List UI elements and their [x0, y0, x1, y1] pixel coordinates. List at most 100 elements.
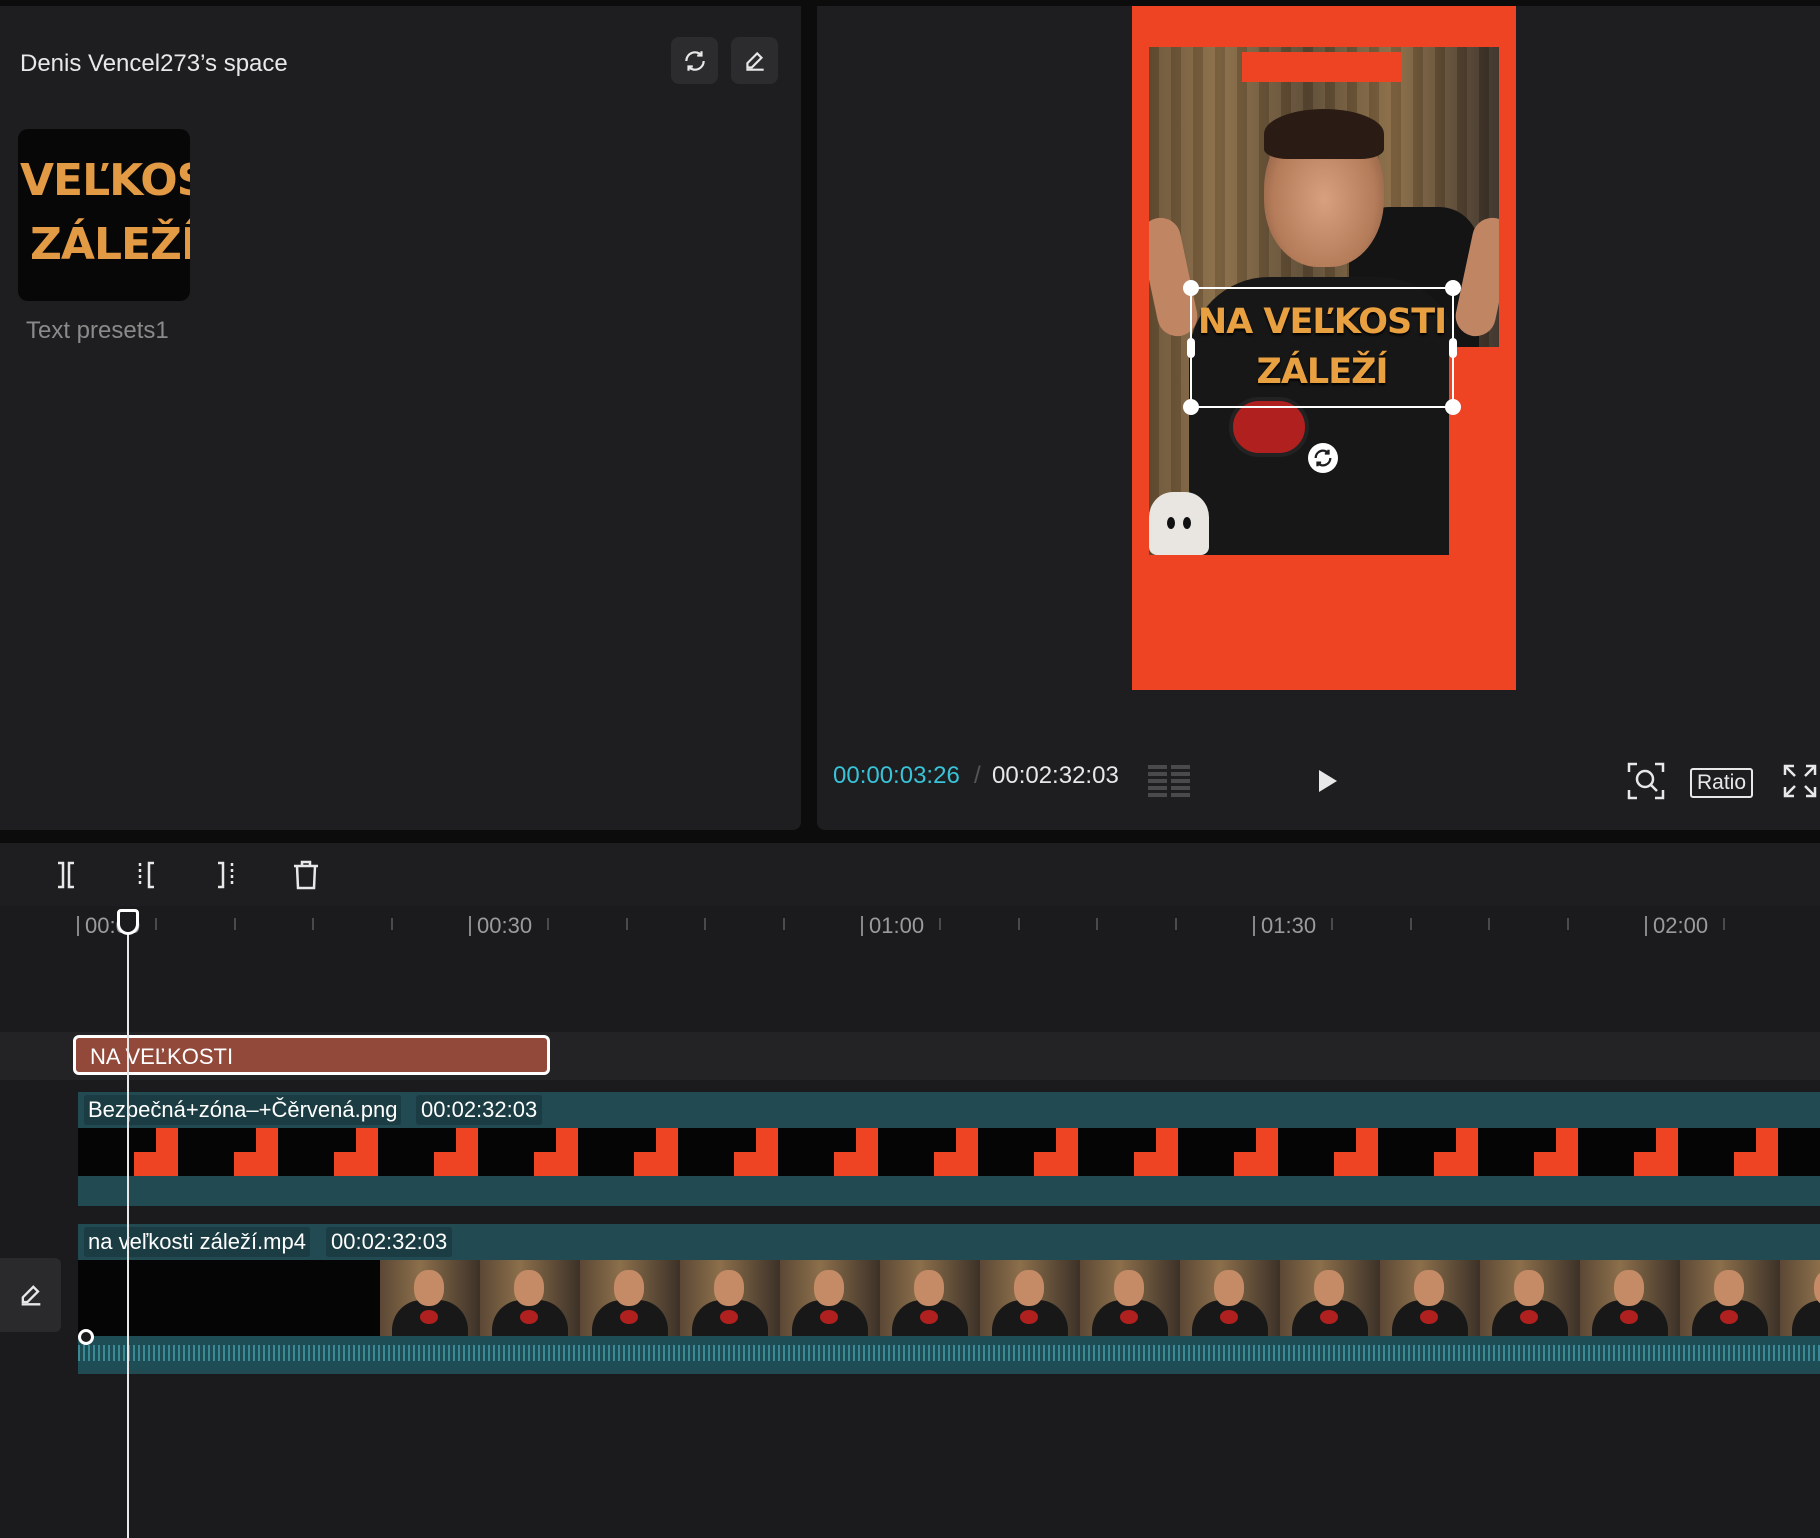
- ruler-tick: [547, 918, 550, 930]
- total-time: 00:02:32:03: [992, 762, 1119, 789]
- ruler-tick: [1017, 918, 1020, 930]
- audio-waveform: [78, 1336, 1820, 1370]
- image-thumbnail: [778, 1128, 878, 1176]
- video-thumbnail: [1580, 1260, 1680, 1336]
- ruler-tick: [155, 918, 158, 930]
- delete-icon[interactable]: [288, 857, 324, 893]
- video-thumbnail: [1180, 1260, 1280, 1336]
- resize-handle-top-left[interactable]: [1183, 280, 1199, 296]
- video-thumbnail: [980, 1260, 1080, 1336]
- ruler-tick: [1331, 918, 1334, 930]
- video-editor-app: Denis Vencel273’s space VEĽKOS ZÁLEŽÍ Te…: [0, 0, 1820, 1538]
- resize-handle-left[interactable]: [1187, 338, 1195, 358]
- space-title: Denis Vencel273’s space: [20, 50, 288, 77]
- edit-button[interactable]: [731, 37, 778, 84]
- resize-handle-top-right[interactable]: [1445, 280, 1461, 296]
- video-thumbnail: [1680, 1260, 1780, 1336]
- image-thumbnail: [478, 1128, 578, 1176]
- timeline-panel[interactable]: 00:00 00:30 01:00 01:30 02:00 NA VEĽKOST…: [0, 906, 1820, 1538]
- image-thumbnail: [578, 1128, 678, 1176]
- video-clip[interactable]: na veľkosti záleží.mp4 00:02:32:03: [78, 1224, 1820, 1374]
- image-thumbnail: [1078, 1128, 1178, 1176]
- refresh-button[interactable]: [671, 37, 718, 84]
- ruler-tick: [1096, 918, 1099, 930]
- trim-right-icon[interactable]: [208, 857, 244, 893]
- time-separator: /: [974, 762, 981, 789]
- ruler-tick: [939, 918, 942, 930]
- pencil-icon: [21, 1285, 40, 1306]
- pencil-icon: [745, 51, 764, 71]
- grid-icon[interactable]: [1148, 765, 1190, 797]
- image-thumbnail: [1478, 1128, 1578, 1176]
- ruler-tick: [704, 918, 707, 930]
- image-thumbnail: [678, 1128, 778, 1176]
- ruler-tick: [1723, 918, 1726, 930]
- image-thumbnail: [978, 1128, 1078, 1176]
- image-thumbnail: [1678, 1128, 1778, 1176]
- ruler-tick: [1488, 918, 1491, 930]
- selected-text-box[interactable]: NA VEĽKOSTI ZÁLEŽÍ: [1183, 280, 1461, 415]
- video-thumbnail: [1280, 1260, 1380, 1336]
- rotate-handle[interactable]: [1308, 443, 1338, 473]
- selected-text[interactable]: NA VEĽKOSTI ZÁLEŽÍ: [1192, 297, 1452, 397]
- image-thumbnail: [378, 1128, 478, 1176]
- video-thumbnail: [1380, 1260, 1480, 1336]
- ruler-label: 00:30: [477, 913, 533, 938]
- selected-text-line1: NA VEĽKOSTI: [1197, 302, 1447, 342]
- video-thumbnail: [480, 1260, 580, 1336]
- video-thumbnail: [380, 1260, 480, 1336]
- video-thumbnail: [1780, 1260, 1820, 1336]
- ruler-tick: [625, 918, 628, 930]
- trim-left-icon[interactable]: [128, 857, 164, 893]
- zoom-fit-icon[interactable]: [1627, 762, 1665, 800]
- refresh-icon: [684, 50, 705, 71]
- play-icon[interactable]: [1312, 766, 1342, 796]
- video-thumbnail: [1080, 1260, 1180, 1336]
- video-clip-duration: 00:02:32:03: [326, 1227, 453, 1257]
- playhead-line[interactable]: [127, 930, 129, 1538]
- preview-canvas[interactable]: NA VEĽKOSTI ZÁLEŽÍ: [1132, 6, 1516, 690]
- edit-track-button[interactable]: [0, 1258, 61, 1332]
- preset-thumb-line1: VEĽKOS: [20, 155, 190, 206]
- preview-panel: NA VEĽKOSTI ZÁLEŽÍ 00:00:03:26 / 00:02:3…: [817, 6, 1820, 830]
- image-thumbnail: [1578, 1128, 1678, 1176]
- split-icon[interactable]: [48, 857, 84, 893]
- safe-zone-bar: [1242, 52, 1402, 82]
- image-clip-duration: 00:02:32:03: [416, 1095, 543, 1125]
- video-thumbnail-strip: [78, 1260, 1820, 1336]
- ratio-button[interactable]: Ratio: [1690, 768, 1754, 798]
- ruler-tick: [233, 918, 236, 930]
- keyframe-marker[interactable]: [78, 1329, 94, 1345]
- image-thumbnail: [1178, 1128, 1278, 1176]
- ruler-tick: [312, 918, 315, 930]
- resize-handle-bottom-left[interactable]: [1183, 399, 1199, 415]
- text-preset-thumbnail[interactable]: VEĽKOS ZÁLEŽÍ: [18, 129, 190, 301]
- image-clip[interactable]: Bezpečná+zóna–+Čěrvená.png 00:02:32:03: [78, 1092, 1820, 1206]
- image-thumbnail: [1778, 1128, 1820, 1176]
- ruler-tick: [1174, 918, 1177, 930]
- image-thumbnail: [878, 1128, 978, 1176]
- playhead-handle[interactable]: [117, 909, 139, 935]
- ruler-label: 02:00: [1653, 913, 1709, 938]
- ruler-tick: [1566, 918, 1569, 930]
- text-clip-label: NA VEĽKOSTI: [90, 1044, 234, 1069]
- ruler-label: 01:30: [1261, 913, 1317, 938]
- fullscreen-icon[interactable]: [1782, 763, 1818, 799]
- resize-handle-bottom-right[interactable]: [1445, 399, 1461, 415]
- assets-panel: Denis Vencel273’s space VEĽKOS ZÁLEŽÍ Te…: [0, 6, 801, 830]
- text-clip[interactable]: NA VEĽKOSTI: [73, 1035, 550, 1075]
- image-thumbnail: [1278, 1128, 1378, 1176]
- video-thumbnail: [880, 1260, 980, 1336]
- video-clip-name: na veľkosti záleží.mp4: [84, 1227, 310, 1257]
- video-thumbnail: [580, 1260, 680, 1336]
- resize-handle-right[interactable]: [1449, 338, 1457, 358]
- selected-text-line2: ZÁLEŽÍ: [1256, 352, 1388, 392]
- image-thumbnail: [278, 1128, 378, 1176]
- preset-thumb-line2: ZÁLEŽÍ: [30, 219, 190, 270]
- image-thumbnail-strip: [78, 1128, 1820, 1176]
- timeline-toolbar: [0, 843, 1820, 906]
- image-clip-name: Bezpečná+zóna–+Čěrvená.png: [84, 1095, 402, 1125]
- video-thumbnail: [680, 1260, 780, 1336]
- ruler-label: 01:00: [869, 913, 925, 938]
- text-preset-label: Text presets1: [26, 317, 169, 344]
